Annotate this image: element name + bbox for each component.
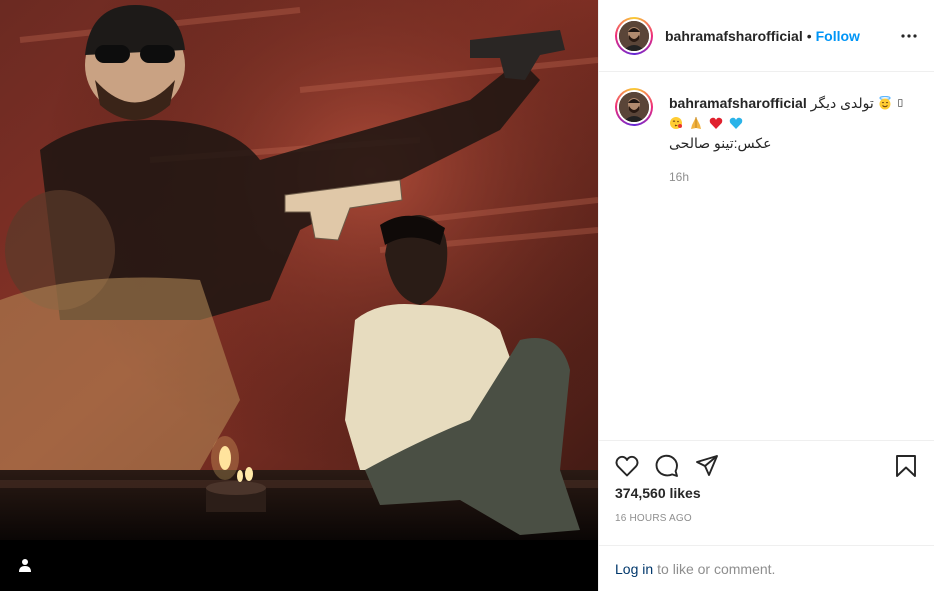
smiling-face-with-halo-icon: [879, 96, 891, 110]
caption-text: تولدی دیگر: [810, 95, 874, 111]
action-bar: [599, 441, 934, 491]
login-link[interactable]: Log in: [615, 561, 653, 577]
post-time-ago[interactable]: 16 HOURS AGO: [599, 513, 934, 524]
comment-bubble-icon[interactable]: [655, 454, 679, 478]
more-options-icon[interactable]: [900, 27, 918, 45]
post-side-panel: bahramafsharofficial • Follow bahramafsh…: [598, 0, 934, 591]
comments-area: bahramafsharofficial تولدی دیگر عکس:تینو…: [599, 72, 934, 440]
header-separator: •: [806, 27, 812, 44]
caption-profile-photo: [619, 92, 649, 122]
likes-count[interactable]: 374,560 likes: [599, 485, 934, 501]
post-photo[interactable]: [0, 0, 598, 591]
save-bookmark-icon[interactable]: [894, 454, 918, 478]
user-tag-icon[interactable]: [16, 556, 34, 574]
folded-hands-icon: [690, 117, 701, 129]
post-actions-area: 374,560 likes 16 HOURS AGO: [599, 440, 934, 545]
comment-login-bar: Log in to like or comment.: [599, 545, 934, 591]
login-prompt-text: to like or comment.: [657, 560, 776, 577]
caption-time[interactable]: 16h: [669, 168, 908, 186]
red-heart-icon: [709, 117, 723, 129]
caption: bahramafsharofficial تولدی دیگر عکس:تینو…: [615, 88, 918, 186]
follow-button[interactable]: Follow: [816, 28, 860, 44]
caption-username[interactable]: bahramafsharofficial: [669, 95, 807, 111]
caption-avatar[interactable]: [615, 88, 653, 126]
caption-photo-credit: عکس:تینو صالحی: [669, 135, 772, 151]
blue-heart-icon: [729, 117, 742, 129]
header-username[interactable]: bahramafsharofficial: [665, 28, 803, 44]
face-blowing-kiss-icon: [670, 117, 682, 129]
profile-photo: [619, 20, 649, 51]
unknown-glyph-icon: [897, 99, 902, 107]
photo-illustration: [0, 0, 598, 591]
avatar[interactable]: [615, 16, 653, 55]
share-paper-plane-icon[interactable]: [695, 454, 719, 478]
like-heart-icon[interactable]: [615, 454, 639, 478]
post-header: bahramafsharofficial • Follow: [599, 0, 934, 72]
